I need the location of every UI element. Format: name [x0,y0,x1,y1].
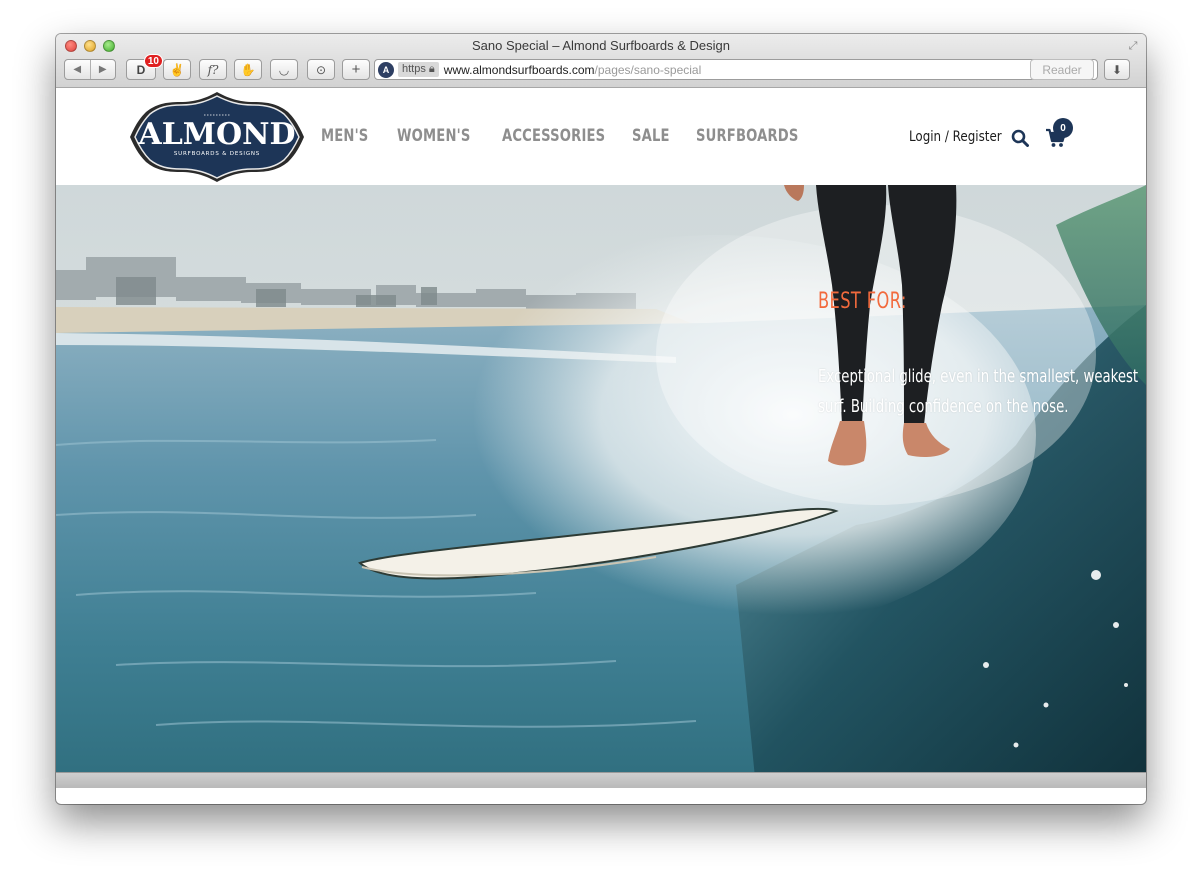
title-bar: Sano Special – Almond Surfboards & Desig… [56,34,1146,88]
address-bar[interactable]: A https 🔒︎ www.almondsurfboards.com/page… [374,59,1098,80]
hero-surf-photo [56,185,1146,788]
nav-sale[interactable]: SALE [632,126,670,146]
font-extension-button[interactable]: f? [199,59,227,80]
login-register-link[interactable]: Login / Register [909,129,1002,145]
font-icon: f? [207,62,219,77]
extension-button[interactable]: D 10 [126,54,163,80]
adblock-button[interactable]: ✋ [234,59,262,80]
url-host: www.almondsurfboards.com [443,62,595,77]
reader-button[interactable]: Reader [1030,59,1094,80]
logo-tagline: SURFBOARDS & DESIGNS [174,151,260,157]
window-title: Sano Special – Almond Surfboards & Desig… [472,38,730,53]
nav-surfboards[interactable]: SURFBOARDS [696,126,799,146]
nav-mens[interactable]: MEN'S [321,126,368,146]
extension-badge: 10 [143,54,163,68]
nav-accessories[interactable]: ACCESSORIES [502,126,605,146]
password-manager-button[interactable]: ⊙ [307,59,335,80]
web-page: ALMOND SURFBOARDS & DESIGNS MEN'S WOMEN'… [56,88,1146,788]
best-for-description: Exceptional glide, even in the smallest,… [818,366,1139,417]
url-path: /pages/sano-special [594,62,702,77]
search-icon[interactable] [1011,129,1029,147]
peace-hand-icon: ✌ [169,62,185,77]
pocket-icon: ◡ [278,62,290,77]
downloads-button[interactable]: ⬇ [1104,59,1130,80]
lock-icon: 🔒︎ [428,63,435,75]
hand-icon: ✋ [240,62,256,77]
almond-logo[interactable]: ALMOND SURFBOARDS & DESIGNS [128,90,306,184]
main-nav: MEN'S WOMEN'S ACCESSORIES SALE SURFBOARD… [321,126,846,146]
hero-banner: BEST FOR: Exceptional glide, even in the… [56,185,1146,788]
cart-count-badge: 0 [1053,118,1073,138]
new-tab-button[interactable]: + [342,59,370,80]
back-button[interactable]: ◀ [65,64,90,75]
peace-extension-button[interactable]: ✌ [163,59,191,80]
browser-toolbar: ◀ ▶ D 10 ✌ f? ✋ ◡ ⊙ + A https 🔒︎ www.alm… [64,54,1138,82]
keyhole-icon: ⊙ [315,62,327,77]
best-for-heading: BEST FOR: [818,289,907,314]
download-icon: ⬇ [1111,62,1123,77]
nav-womens[interactable]: WOMEN'S [397,126,470,146]
browser-window: Sano Special – Almond Surfboards & Desig… [56,34,1146,804]
plus-icon: + [351,61,361,78]
site-header: ALMOND SURFBOARDS & DESIGNS MEN'S WOMEN'… [56,88,1146,185]
logo-brand: ALMOND [137,117,295,152]
back-forward-buttons: ◀ ▶ [64,59,116,80]
fullscreen-icon[interactable]: ⤢ [1126,39,1140,53]
forward-button[interactable]: ▶ [90,64,115,75]
https-badge: https 🔒︎ [398,62,439,77]
site-favicon-icon: A [378,61,394,78]
pocket-button[interactable]: ◡ [270,59,298,80]
status-bar [56,772,1146,788]
